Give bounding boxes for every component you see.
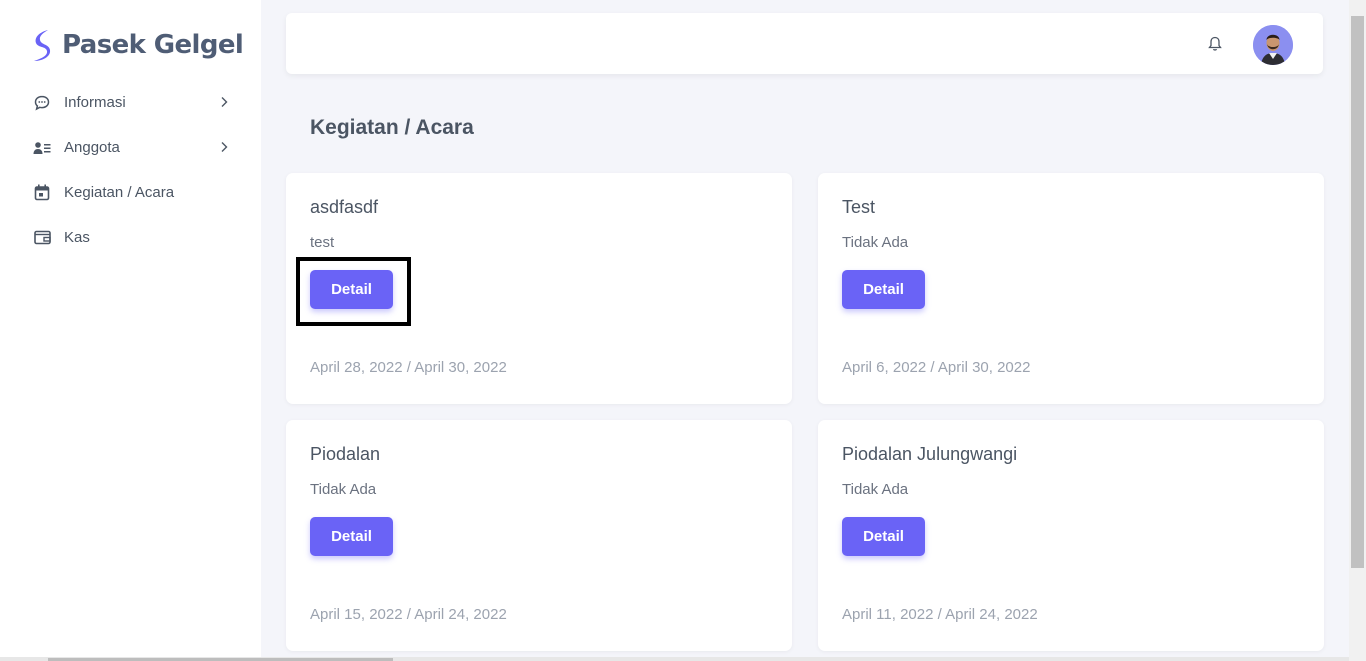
top-bar [286,13,1323,74]
event-title: Test [842,197,876,217]
event-description: Tidak Ada [842,234,909,251]
event-title: asdfasdf [310,197,379,217]
sidebar: Pasek Gelgel Informasi Anggota Kegiatan … [0,0,261,661]
detail-button[interactable]: Detail [310,270,393,309]
sidebar-item-kas[interactable]: Kas [0,215,261,260]
event-title: Piodalan [310,444,381,464]
event-description: Tidak Ada [842,481,909,498]
user-avatar-icon [1253,25,1293,65]
event-dates: April 6, 2022 / April 30, 2022 [842,359,1031,376]
vertical-scrollbar-thumb[interactable] [1351,16,1364,568]
brand-name: Pasek Gelgel [62,30,244,60]
detail-button[interactable]: Detail [310,517,393,556]
event-description: test [310,234,335,251]
chat-bubble-icon [33,94,51,112]
event-title: Piodalan Julungwangi [842,444,1018,464]
sidebar-item-informasi[interactable]: Informasi [0,80,261,125]
brand-logo-icon [34,30,51,61]
calendar-icon [33,184,51,202]
sidebar-item-anggota[interactable]: Anggota [0,125,261,170]
event-card: Piodalan Tidak Ada Detail April 15, 2022… [286,420,792,651]
sidebar-item-label: Informasi [64,94,126,111]
chevron-right-icon [221,142,228,152]
sidebar-item-kegiatan[interactable]: Kegiatan / Acara [0,170,261,215]
detail-button[interactable]: Detail [842,270,925,309]
event-dates: April 15, 2022 / April 24, 2022 [310,606,507,623]
sidebar-nav: Informasi Anggota Kegiatan / Acara Kas [0,80,261,260]
event-dates: April 11, 2022 / April 24, 2022 [842,606,1038,623]
detail-button[interactable]: Detail [842,517,925,556]
bell-icon[interactable] [1207,36,1223,52]
event-card: asdfasdf test Detail April 28, 2022 / Ap… [286,173,792,404]
avatar[interactable] [1253,25,1293,65]
members-list-icon [33,139,51,157]
event-description: Tidak Ada [310,481,377,498]
sidebar-item-label: Kegiatan / Acara [64,184,175,201]
sidebar-item-label: Kas [64,229,90,246]
event-card: Piodalan Julungwangi Tidak Ada Detail Ap… [818,420,1324,651]
chevron-right-icon [221,97,228,107]
wallet-icon [33,229,51,247]
event-dates: April 28, 2022 / April 30, 2022 [310,359,507,376]
sidebar-item-label: Anggota [64,139,120,156]
page-title: Kegiatan / Acara [310,116,474,139]
brand[interactable]: Pasek Gelgel [30,28,244,62]
event-card: Test Tidak Ada Detail April 6, 2022 / Ap… [818,173,1324,404]
